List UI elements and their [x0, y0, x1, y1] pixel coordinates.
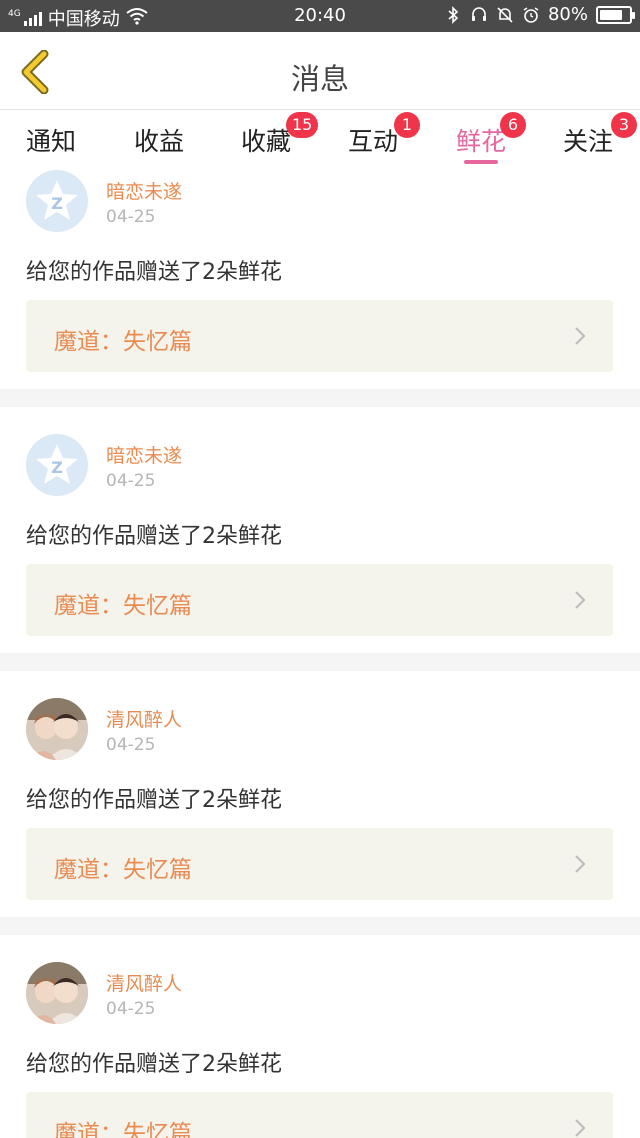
message-date: 04-25: [106, 471, 156, 491]
sender-name[interactable]: 暗恋未遂: [106, 177, 182, 204]
message-text: 给您的作品赠送了2朵鲜花: [26, 260, 282, 285]
sender-name[interactable]: 清风醉人: [106, 705, 182, 732]
chevron-right-icon: [575, 1119, 586, 1137]
work-title: 魔道：失忆篇: [54, 1121, 192, 1138]
work-link[interactable]: 魔道：失忆篇: [26, 828, 613, 900]
tab-badge: 3: [611, 112, 637, 138]
tab-label: 互动: [347, 127, 398, 156]
work-link[interactable]: 魔道：失忆篇: [26, 1092, 613, 1138]
tab-label: 通知: [25, 127, 76, 156]
message-date: 04-25: [106, 207, 156, 227]
alarm-icon: [522, 6, 540, 24]
active-tab-indicator: [464, 160, 498, 164]
tab-flowers[interactable]: 鲜花 6: [436, 112, 526, 166]
tab-badge: 6: [500, 112, 526, 138]
work-title: 魔道：失忆篇: [54, 329, 192, 355]
header: 消息: [0, 32, 640, 110]
tab-label: 收益: [133, 127, 184, 156]
tab-notifications[interactable]: 通知: [6, 122, 96, 166]
message-card: 清风醉人 04-25 给您的作品赠送了2朵鲜花 魔道：失忆篇: [0, 671, 640, 917]
headset-icon: [470, 6, 488, 24]
tab-label: 收藏: [240, 127, 291, 156]
mute-bell-icon: [496, 6, 514, 24]
battery-percent: 80%: [547, 4, 588, 25]
sender-name[interactable]: 清风醉人: [106, 969, 182, 996]
chevron-right-icon: [575, 855, 586, 873]
chevron-right-icon: [575, 327, 586, 345]
page-title: 消息: [290, 62, 349, 96]
work-title: 魔道：失忆篇: [54, 593, 192, 619]
default-avatar-icon[interactable]: Z: [26, 434, 88, 496]
tab-label: 鲜花: [455, 127, 506, 156]
message-text: 给您的作品赠送了2朵鲜花: [26, 524, 282, 549]
tab-label: 关注: [562, 127, 613, 156]
tab-earnings[interactable]: 收益: [114, 122, 204, 166]
tab-badge: 1: [394, 112, 420, 138]
message-date: 04-25: [106, 735, 156, 755]
message-card: 清风醉人 04-25 给您的作品赠送了2朵鲜花 魔道：失忆篇: [0, 935, 640, 1138]
sender-name[interactable]: 暗恋未遂: [106, 441, 182, 468]
work-link[interactable]: 魔道：失忆篇: [26, 564, 613, 636]
chevron-right-icon: [575, 591, 586, 609]
battery-icon: [596, 5, 635, 24]
tab-interactions[interactable]: 互动 1: [328, 112, 420, 166]
message-date: 04-25: [106, 999, 156, 1019]
tab-badge: 15: [286, 112, 319, 138]
default-avatar-icon[interactable]: Z: [26, 170, 88, 232]
tab-favorites[interactable]: 收藏 15: [221, 112, 319, 166]
user-photo-avatar[interactable]: [26, 962, 88, 1024]
status-bar: 4G 中国移动 20:40 80%: [0, 0, 640, 32]
message-text: 给您的作品赠送了2朵鲜花: [26, 788, 282, 813]
message-card: Z 暗恋未遂 04-25 给您的作品赠送了2朵鲜花 魔道：失忆篇: [0, 166, 640, 389]
status-right: 80%: [444, 4, 635, 25]
user-photo-avatar[interactable]: [26, 698, 88, 760]
svg-text:Z: Z: [51, 458, 63, 477]
work-link[interactable]: 魔道：失忆篇: [26, 300, 613, 372]
work-title: 魔道：失忆篇: [54, 857, 192, 883]
tab-bar: 通知 收益 收藏 15 互动 1 鲜花 6 关注 3: [0, 110, 640, 166]
tab-follows[interactable]: 关注 3: [543, 112, 637, 166]
message-text: 给您的作品赠送了2朵鲜花: [26, 1052, 282, 1077]
bluetooth-icon: [444, 5, 462, 24]
svg-text:Z: Z: [51, 194, 63, 213]
message-card: Z 暗恋未遂 04-25 给您的作品赠送了2朵鲜花 魔道：失忆篇: [0, 407, 640, 653]
